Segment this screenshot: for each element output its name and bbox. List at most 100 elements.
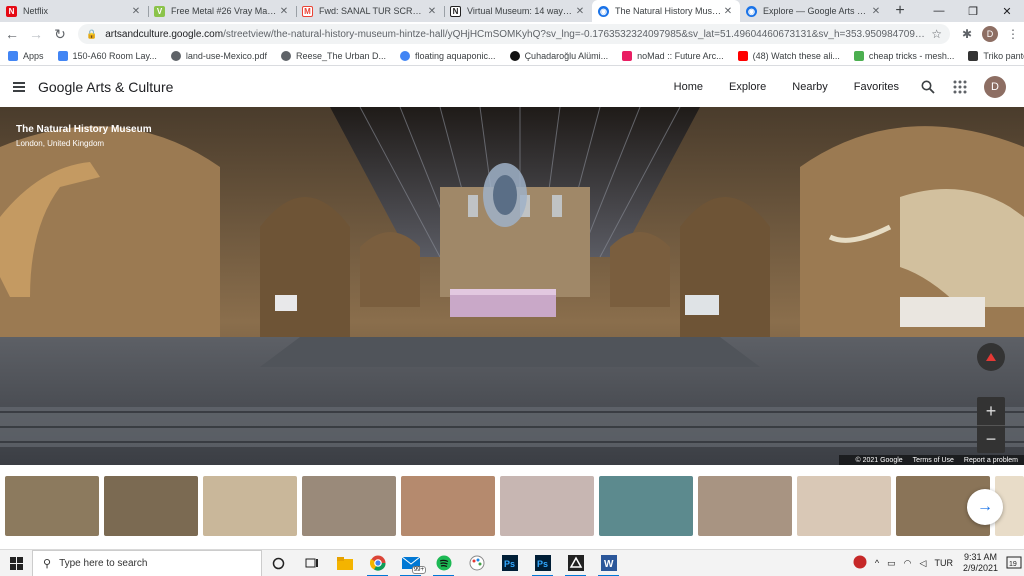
tab-netflix[interactable]: N Netflix ✕ bbox=[0, 0, 148, 22]
thumbnail[interactable] bbox=[401, 476, 495, 536]
apps-grid-icon bbox=[8, 50, 18, 61]
extensions-puzzle-icon[interactable]: ✱ bbox=[956, 22, 978, 46]
photoshop-icon[interactable]: Ps bbox=[526, 550, 559, 576]
tab-title: Free Metal #26 Vray Material bbox=[171, 6, 278, 16]
notification-center-icon[interactable]: 19 bbox=[1004, 553, 1024, 573]
sketchup-icon[interactable] bbox=[559, 550, 592, 576]
close-icon[interactable]: ✕ bbox=[130, 6, 142, 17]
zoom-in-button[interactable]: + bbox=[977, 397, 1005, 425]
reload-icon[interactable]: ↻ bbox=[48, 22, 72, 46]
museum-hall-image bbox=[0, 107, 1024, 465]
file-explorer-icon[interactable] bbox=[328, 550, 361, 576]
bookmark-item[interactable]: cheap tricks - mesh... bbox=[853, 50, 954, 61]
notion-icon: N bbox=[450, 5, 461, 17]
nav-favorites[interactable]: Favorites bbox=[854, 81, 899, 93]
next-arrow-button[interactable]: → bbox=[967, 489, 1003, 525]
minimize-icon[interactable]: — bbox=[922, 0, 956, 22]
tab-gmail[interactable]: M Fwd: SANAL TUR SCREENSHO ✕ bbox=[296, 0, 444, 22]
thumbnail[interactable] bbox=[500, 476, 594, 536]
bookmark-item[interactable]: (48) Watch these ali... bbox=[737, 50, 840, 61]
compass-icon[interactable] bbox=[977, 343, 1005, 371]
forward-arrow-icon[interactable]: → bbox=[24, 22, 48, 46]
arts-culture-icon: ◉ bbox=[746, 5, 757, 17]
volume-icon[interactable]: ◁ bbox=[920, 558, 927, 569]
location-subtitle: London, United Kingdom bbox=[16, 139, 105, 148]
bookmark-item[interactable]: land-use-Mexico.pdf bbox=[170, 50, 267, 61]
terms-link[interactable]: Terms of Use bbox=[913, 457, 954, 464]
nav-home[interactable]: Home bbox=[674, 81, 703, 93]
windows-start-icon[interactable] bbox=[0, 556, 32, 570]
chrome-icon[interactable] bbox=[361, 550, 394, 576]
bookmark-star-icon[interactable]: ☆ bbox=[931, 27, 942, 41]
site-icon bbox=[622, 50, 633, 61]
network-icon[interactable]: ▭ bbox=[887, 558, 896, 569]
close-icon[interactable]: ✕ bbox=[870, 6, 882, 17]
cortana-icon[interactable] bbox=[262, 550, 295, 576]
user-avatar[interactable]: D bbox=[984, 76, 1006, 98]
thumbnail[interactable] bbox=[104, 476, 198, 536]
antivirus-icon[interactable] bbox=[853, 555, 867, 571]
svg-text:W: W bbox=[604, 559, 614, 570]
thumbnail[interactable] bbox=[797, 476, 891, 536]
google-icon bbox=[400, 50, 410, 61]
bookmark-item[interactable]: Reese_The Urban D... bbox=[280, 50, 386, 61]
nav-explore[interactable]: Explore bbox=[729, 81, 766, 93]
close-icon[interactable]: ✕ bbox=[278, 6, 290, 17]
report-problem-link[interactable]: Report a problem bbox=[964, 457, 1018, 464]
back-arrow-icon[interactable]: ← bbox=[0, 22, 24, 46]
wifi-icon[interactable]: ◠ bbox=[904, 558, 912, 569]
windows-taskbar: ⚲ Type here to search 99+ Ps Ps W ^ ▭ ◠ … bbox=[0, 549, 1024, 576]
arts-culture-icon: ◉ bbox=[598, 5, 609, 17]
bookmark-item[interactable]: 150-A60 Room Lay... bbox=[57, 50, 157, 61]
close-icon[interactable]: ✕ bbox=[574, 6, 586, 17]
thumbnail[interactable] bbox=[698, 476, 792, 536]
taskbar-search-box[interactable]: ⚲ Type here to search bbox=[32, 549, 262, 576]
search-icon[interactable] bbox=[912, 80, 944, 94]
chevron-up-icon[interactable]: ^ bbox=[875, 558, 879, 568]
nav-nearby[interactable]: Nearby bbox=[792, 81, 827, 93]
bookmark-apps[interactable]: Apps bbox=[8, 50, 44, 61]
map-attribution: © 2021 Google Terms of Use Report a prob… bbox=[839, 455, 1024, 465]
site-icon bbox=[509, 50, 520, 61]
street-view-panorama[interactable]: The Natural History Museum London, Unite… bbox=[0, 107, 1024, 465]
arts-culture-logo[interactable]: Google Arts & Culture bbox=[38, 79, 173, 95]
docs-icon bbox=[57, 50, 68, 61]
copyright-text: © 2021 Google bbox=[855, 456, 903, 464]
new-tab-button[interactable]: + bbox=[888, 0, 912, 22]
language-indicator[interactable]: TUR bbox=[934, 558, 953, 568]
zoom-out-button[interactable]: − bbox=[977, 425, 1005, 453]
paint-icon[interactable] bbox=[460, 550, 493, 576]
close-icon[interactable]: ✕ bbox=[426, 6, 438, 17]
task-view-icon[interactable] bbox=[295, 550, 328, 576]
bookmark-item[interactable]: Triko pantolon - | O... bbox=[968, 50, 1024, 61]
bookmark-item[interactable]: Çuhadaroğlu Alümi... bbox=[509, 50, 608, 61]
thumbnail[interactable] bbox=[203, 476, 297, 536]
word-icon[interactable]: W bbox=[592, 550, 625, 576]
thumbnail[interactable] bbox=[599, 476, 693, 536]
tab-notion[interactable]: N Virtual Museum: 14 ways to c ✕ bbox=[444, 0, 592, 22]
photoshop-icon[interactable]: Ps bbox=[493, 550, 526, 576]
more-menu-icon[interactable]: ⋮ bbox=[1002, 22, 1024, 46]
youtube-icon bbox=[737, 50, 748, 61]
clock[interactable]: 9:31 AM 2/9/2021 bbox=[963, 552, 998, 574]
maximize-icon[interactable]: ❐ bbox=[956, 0, 990, 22]
profile-avatar[interactable]: D bbox=[982, 26, 998, 42]
apps-grid-icon[interactable] bbox=[944, 80, 976, 94]
thumbnail[interactable] bbox=[5, 476, 99, 536]
bookmark-item[interactable]: noMad :: Future Arc... bbox=[622, 50, 724, 61]
tab-natural-history-museum[interactable]: ◉ The Natural History Museum ✕ bbox=[592, 0, 740, 22]
spotify-icon[interactable] bbox=[427, 550, 460, 576]
globe-icon bbox=[170, 50, 181, 61]
tab-title: Virtual Museum: 14 ways to c bbox=[467, 6, 574, 16]
mail-icon[interactable]: 99+ bbox=[394, 550, 427, 576]
vray-icon: V bbox=[154, 5, 165, 17]
address-bar[interactable]: 🔒 artsandculture.google.com /streetview/… bbox=[78, 24, 950, 44]
tab-vray[interactable]: V Free Metal #26 Vray Material ✕ bbox=[148, 0, 296, 22]
close-icon[interactable]: ✕ bbox=[722, 6, 734, 17]
close-window-icon[interactable]: ✕ bbox=[990, 0, 1024, 22]
hamburger-menu-icon[interactable] bbox=[0, 80, 38, 94]
bookmark-item[interactable]: floating aquaponic... bbox=[400, 50, 496, 61]
tab-explore[interactable]: ◉ Explore — Google Arts & Cu ✕ bbox=[740, 0, 888, 22]
globe-icon bbox=[280, 50, 291, 61]
thumbnail[interactable] bbox=[302, 476, 396, 536]
